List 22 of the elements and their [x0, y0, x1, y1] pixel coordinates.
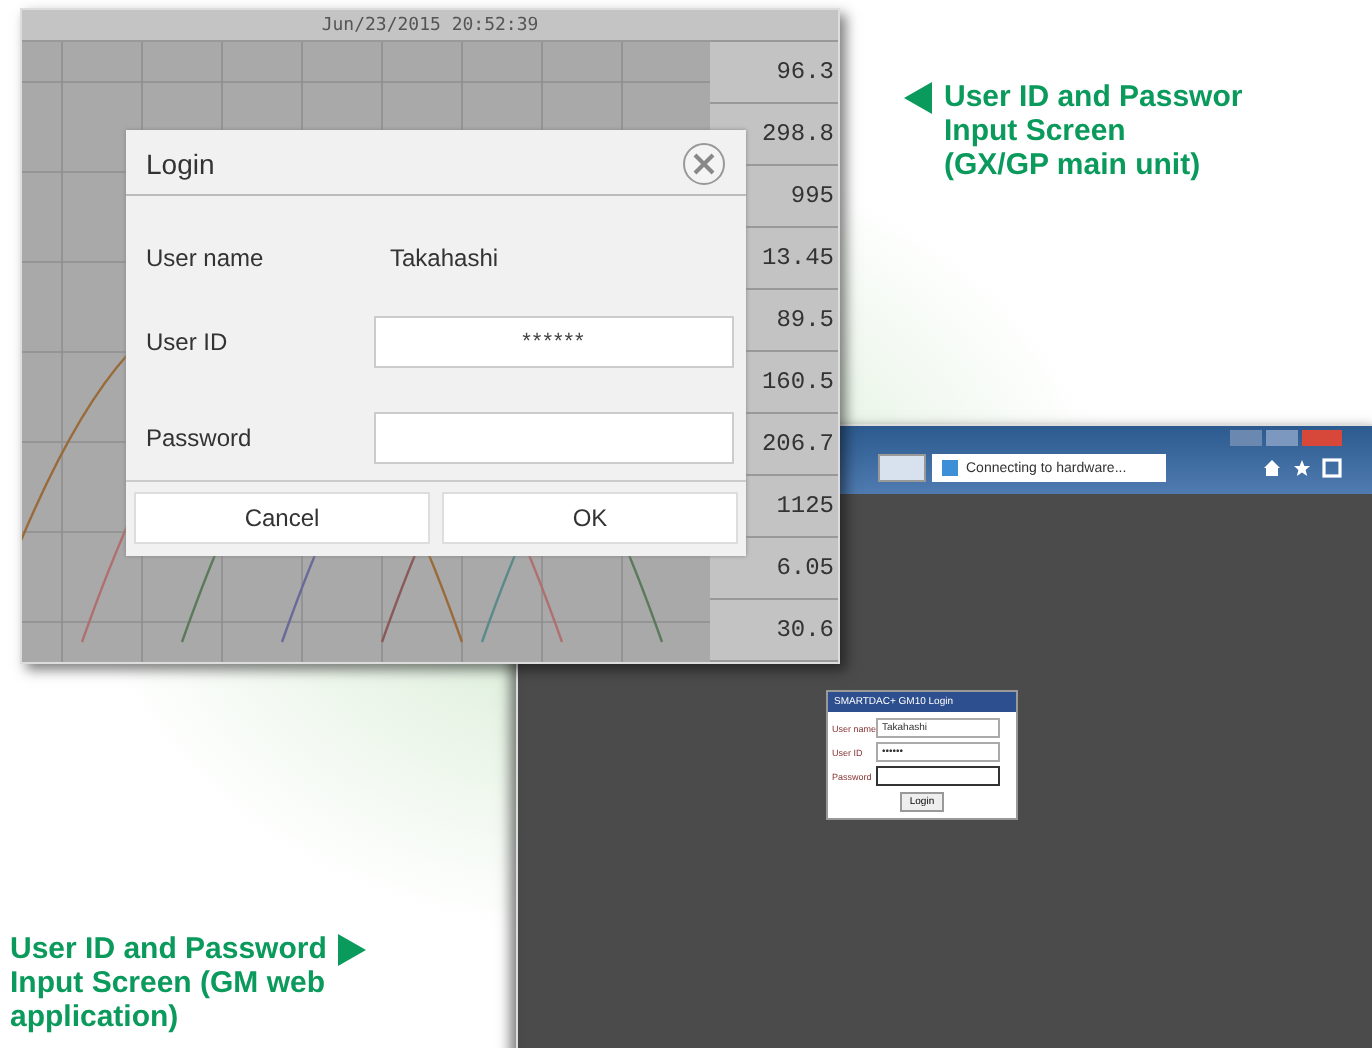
caption-text: User ID and Passwor Input Screen (GX/GP main unit)	[944, 80, 1243, 182]
dialog-title: Login	[146, 148, 215, 180]
window-controls-icon	[1230, 430, 1342, 450]
triangle-icon	[904, 82, 932, 114]
input-field[interactable]	[876, 766, 1000, 786]
reading-value: 96.3	[710, 42, 838, 104]
caption-text: User ID and Password Input Screen (GM web application)	[10, 932, 327, 1034]
field-label: Password	[146, 424, 254, 453]
toolbar-icons-drawing	[1262, 458, 1342, 478]
triangle-icon	[338, 934, 367, 966]
date-time-text: Jun/23/2015 20:52:39	[321, 15, 539, 35]
dialog-button[interactable]: Cancel	[134, 492, 430, 544]
dialog-button[interactable]: OK	[442, 492, 738, 544]
close-icon	[682, 142, 726, 186]
reading-value: 6.05	[710, 538, 838, 600]
field-label: User name	[146, 243, 266, 272]
input-field[interactable]: ******	[374, 315, 734, 368]
user-name-text: Takahashi	[388, 243, 501, 272]
address-field[interactable]	[878, 454, 926, 482]
field-label: User ID	[146, 327, 230, 356]
reading-value: 30.6	[710, 600, 838, 662]
page-icon	[940, 458, 960, 478]
